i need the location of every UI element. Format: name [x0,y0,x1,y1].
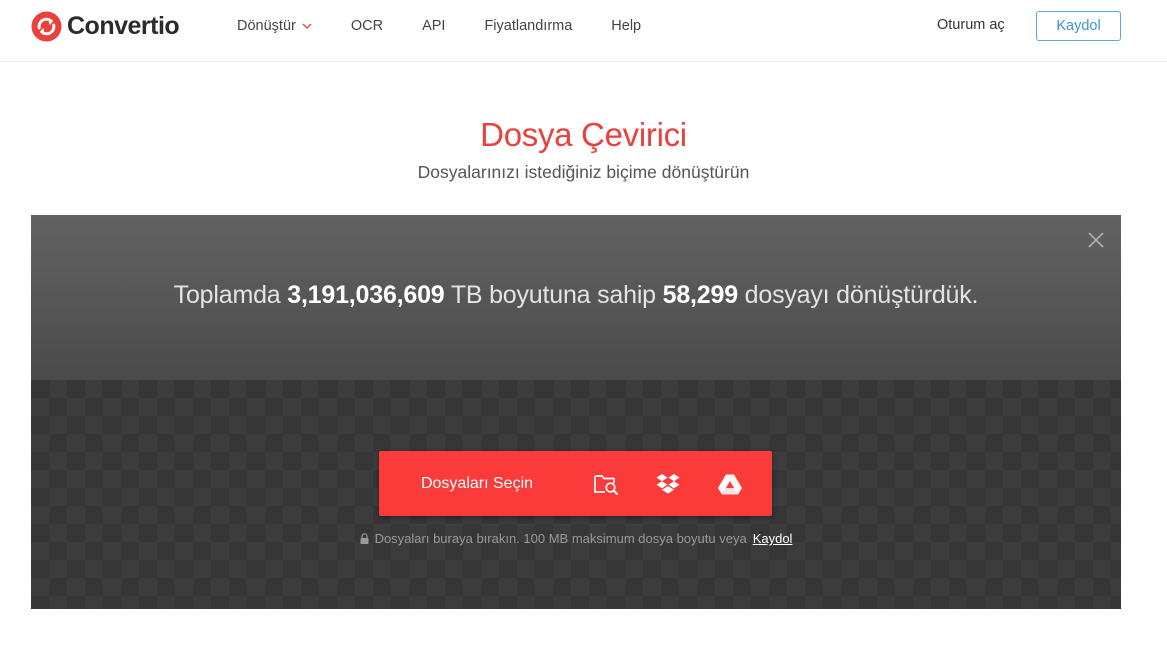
signup-link[interactable]: Kaydol [753,531,793,546]
page-title: Dosya Çevirici [480,116,687,153]
convertio-logo[interactable]: Convertio [31,10,180,42]
convertio-logo-icon [31,10,62,42]
nav-item-help[interactable]: Help [611,18,641,34]
google-drive-source[interactable] [699,451,761,516]
nav-item-api[interactable]: API [422,18,445,34]
signup-button[interactable]: Kaydol [1036,11,1121,41]
converter-box: Toplamda 3,191,036,609 TB boyutuna sahip… [31,215,1121,609]
chevron-down-icon [302,23,312,29]
stats-file-count: 58,299 [662,281,738,309]
top-header: Convertio Dönüştür OCR API Fiyatlandırma… [0,0,1167,62]
logo-text: Convertio [67,11,180,40]
close-icon[interactable] [1088,232,1104,248]
nav-item-label: Dönüştür [237,18,296,34]
stats-suffix: dosyayı dönüştürdük. [744,281,979,309]
choose-files-button[interactable]: Dosyaları Seçin [379,475,575,493]
nav-item-donustur[interactable]: Dönüştür [237,18,312,34]
login-link[interactable]: Oturum aç [937,17,1005,33]
conversion-stats: Toplamda 3,191,036,609 TB boyutuna sahip… [31,281,1121,310]
stats-total-size: 3,191,036,609 [287,281,445,309]
upload-hint: Dosyaları buraya bırakın. 100 MB maksimu… [31,531,1121,546]
stats-banner: Toplamda 3,191,036,609 TB boyutuna sahip… [31,215,1121,380]
nav-item-ocr[interactable]: OCR [351,18,383,34]
stats-middle: TB boyutuna sahip [450,281,656,309]
folder-search-icon [594,474,618,495]
stats-prefix: Toplamda [173,281,281,309]
dropbox-icon [656,473,680,494]
dropbox-source[interactable] [637,451,699,516]
lock-icon [360,533,369,544]
file-picker-bar: Dosyaları Seçin [379,451,772,516]
google-drive-icon [718,474,742,494]
main-nav: Dönüştür OCR API Fiyatlandırma Help [237,0,680,52]
page-subtitle: Dosyalarınızı istediğiniz biçime dönüştü… [417,162,750,182]
upload-hint-text: Dosyaları buraya bırakın. 100 MB maksimu… [374,531,747,546]
local-file-source[interactable] [575,451,637,516]
nav-item-pricing[interactable]: Fiyatlandırma [484,18,572,34]
